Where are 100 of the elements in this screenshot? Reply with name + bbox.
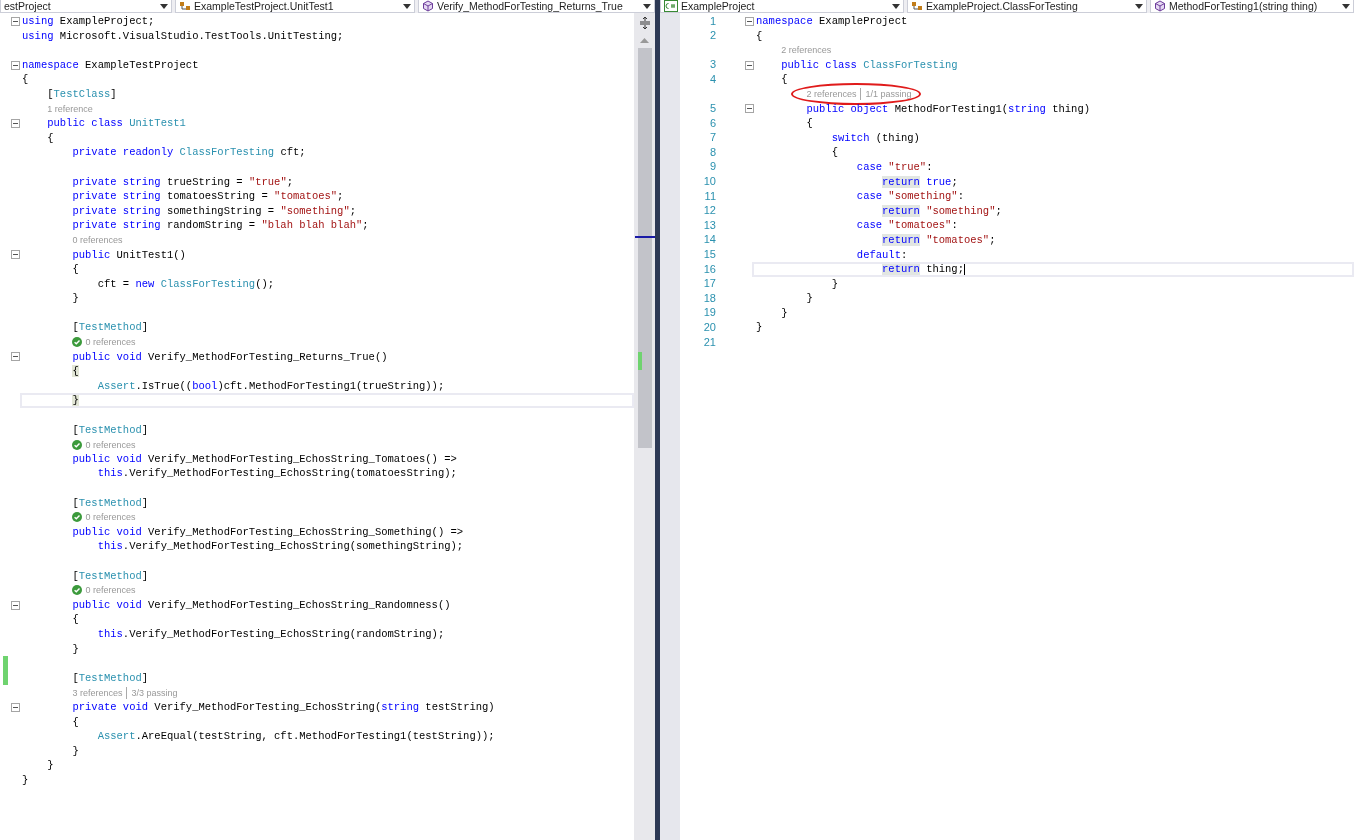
collapse-icon[interactable] (744, 16, 754, 26)
line-number: 14 (703, 233, 717, 246)
code-line: Assert.IsTrue((bool)cft.MethodForTesting1(trueString)); (96, 378, 445, 394)
collapse-icon[interactable] (10, 600, 20, 610)
collapse-icon[interactable] (10, 702, 20, 712)
line-number: 11 (704, 189, 717, 202)
codelens-link[interactable]: 0 references (85, 584, 136, 597)
class-icon (911, 0, 923, 12)
code-line: private string tomatoesString = "tomatoes"; (71, 189, 344, 204)
dropdown-arrow-icon (403, 3, 411, 9)
collapse-icon[interactable] (10, 60, 20, 70)
code-line: private readonly ClassForTesting cft; (71, 145, 306, 160)
code-line: { (71, 612, 79, 627)
code-line: namespace ExampleTestProject (22, 57, 199, 73)
caret-position-marker (634, 236, 655, 238)
code-line: } (71, 291, 79, 306)
code-line: } (830, 276, 838, 292)
cube-icon (422, 0, 434, 12)
code-line: } (756, 320, 763, 336)
dropdown-arrow-icon (1135, 3, 1143, 9)
codelens-link[interactable]: 1/1 passing (860, 88, 912, 101)
line-number: 13 (703, 218, 717, 231)
code-line: this.Verify_MethodForTesting_EchosString(randomString); (96, 626, 445, 642)
code-line: case "something": (855, 189, 964, 204)
code-line: public UnitTest1() (71, 247, 186, 263)
code-line: } (71, 743, 79, 759)
code-line: switch (thing) (830, 130, 920, 146)
navigation-dropdown[interactable]: ExampleProject (660, 0, 904, 13)
codelens-link[interactable]: 0 references (85, 336, 136, 349)
csharp-project-icon (664, 0, 678, 12)
code-line: return thing; (881, 262, 964, 277)
code-line: return "something"; (881, 203, 1002, 219)
code-line: { (22, 72, 29, 87)
code-line: { (830, 145, 838, 160)
navigation-dropdown[interactable]: ExampleProject.ClassForTesting (907, 0, 1147, 13)
dropdown-arrow-icon (1342, 3, 1350, 9)
collapse-icon[interactable] (744, 60, 754, 70)
collapse-icon[interactable] (10, 250, 20, 260)
line-number: 15 (703, 248, 717, 260)
code-line: this.Verify_MethodForTesting_EchosString(tomatoesString); (96, 466, 457, 481)
code-line: public class ClassForTesting (780, 57, 958, 73)
codelens-link[interactable]: 2 references (806, 88, 857, 101)
code-line: case "true": (855, 159, 933, 175)
code-line: Assert.AreEqual(testString, cft.MethodForTesting1(testString)); (96, 729, 495, 744)
line-number: 6 (709, 116, 717, 129)
line-number: 5 (709, 102, 717, 115)
code-line: private void Verify_MethodForTesting_EchosString(string testString) (71, 699, 495, 715)
code-line: [TestMethod] (71, 422, 149, 438)
code-line: private string trueString = "true"; (71, 174, 293, 190)
codelens-link[interactable]: 2 references (781, 44, 832, 57)
collapse-icon[interactable] (10, 352, 20, 362)
code-line: public void Verify_MethodForTesting_EchosString_Randomness() (71, 597, 451, 613)
navigation-dropdown[interactable]: ExampleTestProject.UnitTest1 (175, 0, 415, 13)
navigation-dropdown[interactable]: MethodForTesting1(string thing) (1150, 0, 1354, 13)
codelens-link[interactable]: 3/3 passing (126, 686, 178, 699)
codelens-link[interactable]: 0 references (72, 234, 123, 247)
codelens-link[interactable]: 0 references (85, 511, 136, 524)
navigation-dropdown[interactable]: Verify_MethodForTesting_Returns_True (418, 0, 655, 13)
line-number: 9 (709, 160, 717, 173)
codelens-link[interactable]: 3 references (72, 686, 123, 699)
line-number: 18 (703, 291, 717, 304)
code-line: } (71, 641, 79, 657)
code-line: case "tomatoes": (855, 218, 958, 233)
code-line: } (805, 291, 813, 306)
codelens-link[interactable]: 1 reference (47, 102, 93, 115)
vertical-scrollbar[interactable] (634, 13, 655, 840)
line-number: 3 (709, 58, 717, 71)
scrollbar-thumb[interactable] (637, 48, 652, 448)
code-line: public class UnitTest1 (46, 116, 186, 131)
collapse-icon[interactable] (10, 118, 20, 128)
code-line: { (805, 116, 813, 131)
cube-icon (1154, 0, 1166, 12)
code-line: default: (855, 247, 908, 263)
code-line: private string randomString = "blah blah blah"; (71, 218, 369, 233)
code-line: } (780, 305, 788, 321)
line-number: 4 (709, 72, 717, 85)
code-line: { (46, 130, 54, 146)
code-line: { (756, 28, 763, 44)
navigation-dropdown[interactable]: estProject (0, 0, 172, 13)
code-line: using Microsoft.VisualStudio.TestTools.UnitTesting; (22, 28, 344, 44)
codelens-link[interactable]: 0 references (85, 438, 136, 451)
code-line: [TestMethod] (71, 568, 149, 584)
change-marker (637, 352, 642, 370)
code-line: return true; (881, 174, 958, 190)
code-line: public void Verify_MethodForTesting_EchosString_Something() => (71, 524, 464, 540)
code-line: this.Verify_MethodForTesting_EchosString(somethingString); (96, 539, 464, 554)
code-line: public object MethodForTesting1(string thing) (805, 101, 1090, 117)
split-icon[interactable] (637, 16, 652, 30)
code-line: cft = new ClassForTesting(); (96, 276, 275, 292)
line-number: 1 (709, 14, 717, 27)
line-number: 2 (709, 29, 717, 42)
code-line: return "tomatoes"; (881, 232, 996, 248)
code-line: [TestMethod] (71, 670, 149, 686)
line-number: 17 (703, 277, 717, 290)
line-number: 16 (703, 262, 717, 275)
line-number: 10 (703, 175, 717, 188)
line-number: 12 (703, 204, 717, 217)
collapse-icon[interactable] (744, 104, 754, 114)
code-line: { (71, 262, 79, 277)
collapse-icon[interactable] (10, 16, 20, 26)
